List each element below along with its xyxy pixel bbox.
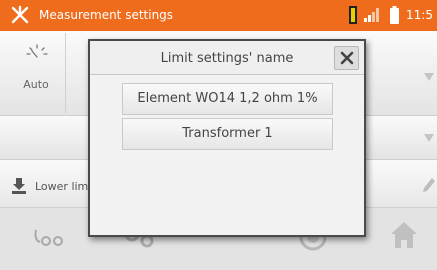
title-bar: Measurement settings 11:5 <box>0 0 437 31</box>
lower-limit-icon <box>12 178 26 194</box>
screen-title: Measurement settings <box>39 8 174 22</box>
battery-icon <box>390 6 399 24</box>
chevron-down-icon[interactable] <box>424 134 434 142</box>
limit-option-button[interactable]: Transformer 1 <box>122 118 333 150</box>
edit-icon[interactable] <box>423 178 435 192</box>
auto-label: Auto <box>23 78 49 91</box>
app-logo-icon <box>11 5 29 24</box>
close-icon <box>340 51 354 65</box>
limit-name-dialog: Limit settings' name Element WO14 1,2 oh… <box>88 39 366 237</box>
lower-limit-label: Lower lim <box>35 180 89 193</box>
home-icon[interactable] <box>390 220 418 250</box>
dialog-header: Limit settings' name <box>90 41 364 75</box>
limit-option-button[interactable]: Element WO14 1,2 ohm 1% <box>122 83 333 115</box>
gauge-icon <box>26 44 48 58</box>
close-button[interactable] <box>334 46 359 70</box>
battery-status-icon <box>349 6 357 24</box>
dialog-title: Limit settings' name <box>160 51 294 66</box>
chevron-down-icon[interactable] <box>424 73 434 81</box>
clock: 11:5 <box>406 8 433 22</box>
leads-icon[interactable] <box>32 226 68 248</box>
auto-tile[interactable]: Auto <box>6 33 66 113</box>
signal-icon <box>364 8 379 22</box>
